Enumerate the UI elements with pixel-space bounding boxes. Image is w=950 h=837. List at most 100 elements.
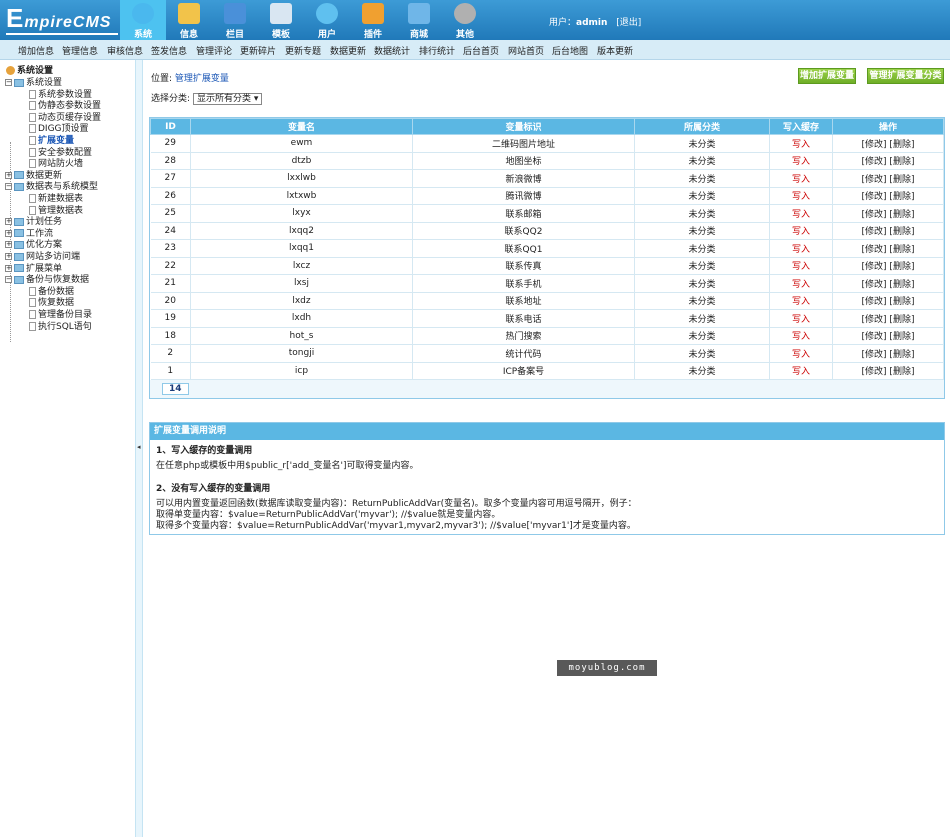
category-select[interactable]: 显示所有分类 ▾ <box>193 93 263 105</box>
cell-cache[interactable]: 写入 <box>769 292 833 310</box>
cell-ops[interactable]: [修改] [删除] <box>832 257 944 275</box>
quick-link[interactable]: 审核信息 <box>107 44 143 57</box>
sidebar-item-label: 安全参数配置 <box>38 147 93 158</box>
empirecms-logo[interactable]: EmpireCMS <box>6 5 118 35</box>
cell-ops[interactable]: [修改] [删除] <box>832 362 944 380</box>
quick-link[interactable]: 数据更新 <box>330 44 366 57</box>
collapse-icon[interactable]: − <box>5 183 12 191</box>
cell-ops[interactable]: [修改] [删除] <box>832 309 944 328</box>
topnav-tools[interactable]: 插件 <box>350 0 396 40</box>
quick-link[interactable]: 更新碎片 <box>240 44 276 57</box>
sidebar-item[interactable]: 扩展变量 <box>29 136 74 147</box>
sidebar-item[interactable]: 管理备份目录 <box>29 310 92 321</box>
cell-id: 26 <box>150 187 191 205</box>
cell-name: lxcz <box>190 257 413 275</box>
topnav-gear[interactable]: 其他 <box>442 0 488 40</box>
cell-cache[interactable]: 写入 <box>769 309 833 328</box>
breadcrumb-link[interactable]: 管理扩展变量 <box>175 74 229 84</box>
sidebar-item[interactable]: 备份数据 <box>29 286 74 298</box>
cell-cache[interactable]: 写入 <box>769 222 833 240</box>
collapse-icon[interactable]: − <box>5 79 12 86</box>
cell-cache[interactable]: 写入 <box>769 344 833 363</box>
folder-icon <box>14 78 24 87</box>
sidebar-item[interactable]: + 工作流 <box>5 229 53 240</box>
sidebar-item[interactable]: + 扩展菜单 <box>5 264 62 275</box>
template-icon <box>270 3 292 24</box>
logout-link[interactable]: [退出] <box>616 18 641 28</box>
page-icon <box>29 89 36 99</box>
topnav-document[interactable]: 信息 <box>166 0 212 40</box>
cell-cache[interactable]: 写入 <box>769 134 833 153</box>
collapse-icon[interactable]: − <box>5 276 12 284</box>
sidebar-item[interactable]: − 数据表与系统模型 <box>5 182 98 193</box>
sidebar-item[interactable]: 动态页缓存设置 <box>29 112 101 124</box>
quick-link[interactable]: 签发信息 <box>151 44 187 57</box>
add-variable-button[interactable]: 增加扩展变量 <box>798 68 856 84</box>
sidebar-item[interactable]: − 系统设置 <box>5 78 62 89</box>
quick-link[interactable]: 数据统计 <box>374 44 410 57</box>
quick-link[interactable]: 后台首页 <box>463 44 499 57</box>
topnav-shop[interactable]: 商城 <box>396 0 442 40</box>
cell-ops[interactable]: [修改] [删除] <box>832 292 944 310</box>
sidebar-item[interactable]: 伪静态参数设置 <box>29 101 101 112</box>
table-header-row: ID 变量名 变量标识 所属分类 写入缓存 操作 <box>150 118 944 135</box>
cell-cache[interactable]: 写入 <box>769 239 833 258</box>
sidebar-collapse-handle[interactable]: ◂ <box>135 60 143 837</box>
cell-cache[interactable]: 写入 <box>769 169 833 188</box>
topnav-template[interactable]: 模板 <box>258 0 304 40</box>
cell-cat: 未分类 <box>634 222 770 240</box>
expand-icon[interactable]: + <box>5 229 12 237</box>
quick-link[interactable]: 管理信息 <box>62 44 98 57</box>
quick-link[interactable]: 排行统计 <box>419 44 455 57</box>
cell-ops[interactable]: [修改] [删除] <box>832 239 944 258</box>
sidebar-item[interactable]: + 计划任务 <box>5 217 62 228</box>
quick-link[interactable]: 增加信息 <box>18 44 54 57</box>
expand-icon[interactable]: + <box>5 241 12 249</box>
manage-category-button[interactable]: 管理扩展变量分类 <box>867 68 944 84</box>
cell-cache[interactable]: 写入 <box>769 327 833 345</box>
cell-cache[interactable]: 写入 <box>769 152 833 170</box>
topnav-user[interactable]: 用户 <box>304 0 350 40</box>
sidebar-item[interactable]: + 数据更新 <box>5 171 62 182</box>
cell-cache[interactable]: 写入 <box>769 204 833 223</box>
topnav-globe[interactable]: 系统 <box>120 0 166 40</box>
cell-ops[interactable]: [修改] [删除] <box>832 344 944 363</box>
sidebar-item[interactable]: DIGG顶设置 <box>29 124 89 135</box>
sidebar-item[interactable]: + 优化方案 <box>5 240 62 251</box>
expand-icon[interactable]: + <box>5 264 12 272</box>
expand-icon[interactable]: + <box>5 218 12 226</box>
cell-cache[interactable]: 写入 <box>769 274 833 293</box>
sidebar-item[interactable]: 新建数据表 <box>29 194 83 205</box>
sidebar-item[interactable]: − 备份与恢复数据 <box>5 275 89 286</box>
expand-icon[interactable]: + <box>5 171 12 179</box>
sidebar-item[interactable]: 管理数据表 <box>29 205 83 217</box>
cell-ops[interactable]: [修改] [删除] <box>832 152 944 170</box>
cell-cat: 未分类 <box>634 152 770 170</box>
cell-ops[interactable]: [修改] [删除] <box>832 327 944 345</box>
sidebar-item[interactable]: 恢复数据 <box>29 298 74 309</box>
cell-cache[interactable]: 写入 <box>769 187 833 205</box>
sidebar-item[interactable]: 系统参数设置 <box>29 89 92 101</box>
sidebar-item[interactable]: 执行SQL语句 <box>29 321 92 333</box>
cell-ops[interactable]: [修改] [删除] <box>832 187 944 205</box>
table-row: 25 lxyx 联系邮箱 未分类 写入 [修改] [删除] <box>150 204 944 223</box>
quick-link[interactable]: 更新专题 <box>285 44 321 57</box>
quick-link[interactable]: 后台地图 <box>552 44 588 57</box>
quick-link[interactable]: 网站首页 <box>508 44 544 57</box>
cell-ops[interactable]: [修改] [删除] <box>832 204 944 223</box>
cell-ops[interactable]: [修改] [删除] <box>832 134 944 153</box>
quick-link[interactable]: 版本更新 <box>597 44 633 57</box>
cell-cache[interactable]: 写入 <box>769 257 833 275</box>
expand-icon[interactable]: + <box>5 253 12 260</box>
topnav-folder[interactable]: 栏目 <box>212 0 258 40</box>
cell-ops[interactable]: [修改] [删除] <box>832 169 944 188</box>
sidebar-item[interactable]: 安全参数配置 <box>29 147 93 159</box>
sidebar-item[interactable]: 网站防火墙 <box>29 159 83 170</box>
sidebar-item[interactable]: + 网站多访问端 <box>5 252 80 263</box>
cell-ops[interactable]: [修改] [删除] <box>832 222 944 240</box>
quick-link[interactable]: 管理评论 <box>196 44 232 57</box>
cell-ops[interactable]: [修改] [删除] <box>832 274 944 293</box>
sidebar-root[interactable]: 系统设置 <box>6 66 53 77</box>
cell-cache[interactable]: 写入 <box>769 362 833 380</box>
sidebar-item-label: 伪静态参数设置 <box>38 101 102 112</box>
